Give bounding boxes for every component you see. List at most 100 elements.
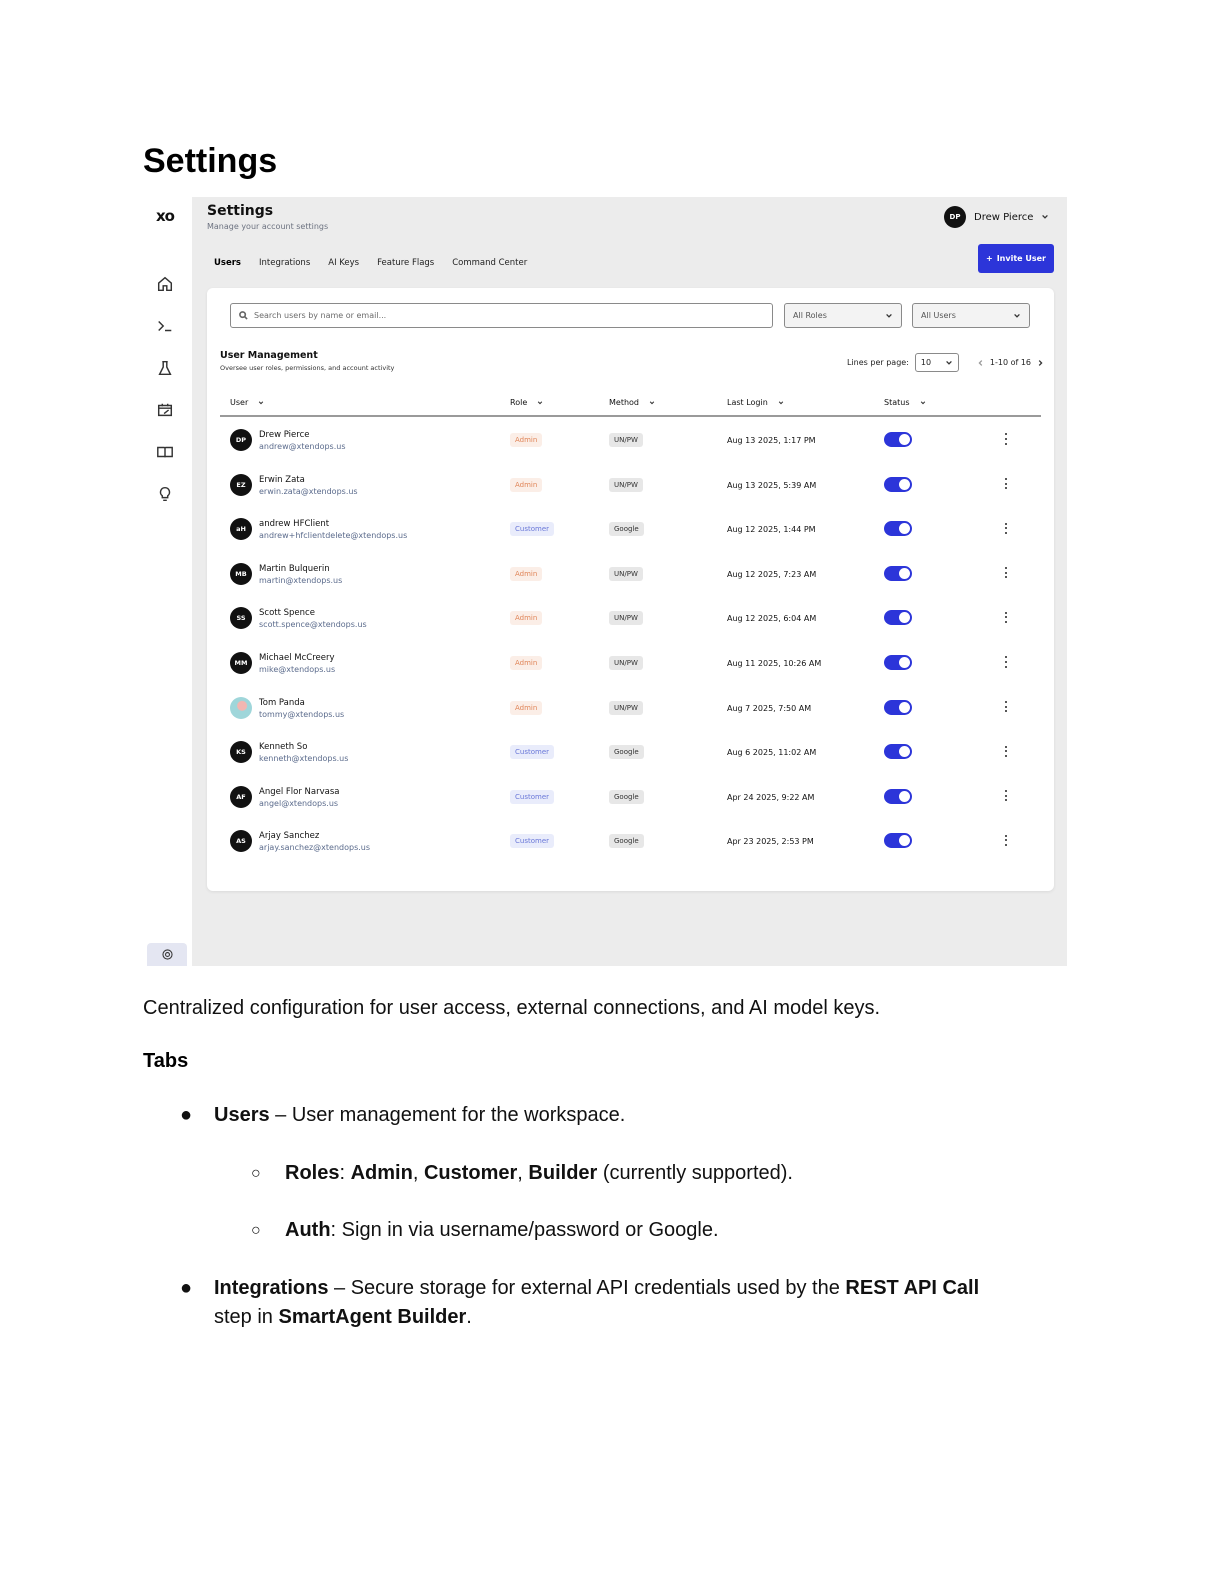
role-badge: Admin	[510, 433, 543, 447]
invite-user-button[interactable]: + Invite User	[978, 244, 1054, 273]
tabs-heading: Tabs	[143, 1050, 189, 1072]
status-toggle[interactable]	[884, 788, 912, 804]
avatar: MB	[230, 562, 252, 585]
column-header-last-login[interactable]: Last Login	[727, 398, 784, 407]
flask-icon[interactable]	[155, 358, 175, 378]
roles-filter-value: All Roles	[793, 311, 827, 320]
pagination-controls: Lines per page: 10 1-10 of 16	[847, 353, 1044, 372]
user-email: arjay.sanchez@xtendops.us	[259, 843, 371, 853]
roles-filter-select[interactable]: All Roles	[784, 303, 902, 328]
more-options-icon[interactable]	[1003, 700, 1009, 714]
tab-command-center[interactable]: Command Center	[452, 258, 527, 268]
more-options-icon[interactable]	[1003, 432, 1009, 446]
lines-per-page-select[interactable]: 10	[914, 353, 959, 372]
tab-ai-keys[interactable]: AI Keys	[328, 258, 359, 268]
lines-per-page-label: Lines per page:	[847, 358, 909, 367]
home-icon[interactable]	[155, 274, 175, 294]
status-toggle[interactable]	[884, 610, 912, 626]
tab-integrations[interactable]: Integrations	[259, 258, 310, 268]
column-header-method[interactable]: Method	[609, 398, 655, 407]
table-row: MM Michael McCreery mike@xtendops.us Admin U…	[220, 641, 1041, 685]
sub-bullet-roles: ○ Roles: Admin, Customer, Builder (curre…	[251, 1159, 793, 1188]
status-toggle[interactable]	[884, 521, 912, 537]
more-options-icon[interactable]	[1003, 744, 1009, 758]
more-options-icon[interactable]	[1003, 521, 1009, 535]
last-login: Apr 23 2025, 2:53 PM	[727, 837, 814, 847]
chevron-left-icon[interactable]	[977, 359, 985, 367]
calendar-edit-icon[interactable]	[155, 400, 175, 420]
user-email: andrew@xtendops.us	[259, 442, 346, 451]
avatar: DP	[944, 206, 966, 228]
table-row: EZ Erwin Zata erwin.zata@xtendops.us Admin U…	[220, 463, 1041, 507]
book-icon[interactable]	[155, 442, 175, 462]
avatar: SS	[230, 607, 252, 630]
column-label: User	[230, 398, 249, 407]
lines-per-page-value: 10	[920, 358, 932, 367]
page-title: Settings	[207, 203, 274, 219]
status-toggle[interactable]	[884, 655, 912, 670]
gear-icon[interactable]	[147, 943, 187, 966]
bullet-text: (currently supported).	[597, 1162, 793, 1184]
avatar: KS	[230, 741, 252, 764]
column-header-status[interactable]: Status	[884, 398, 926, 407]
bullet-term: Roles	[285, 1162, 340, 1184]
tab-feature-flags[interactable]: Feature Flags	[377, 258, 434, 268]
more-options-icon[interactable]	[1003, 610, 1009, 624]
role-admin: Admin	[350, 1162, 413, 1184]
tab-users[interactable]: Users	[214, 258, 241, 268]
app-logo[interactable]: xo	[156, 207, 175, 225]
chevron-down-icon	[886, 313, 892, 318]
bullet-term: Auth	[285, 1219, 331, 1241]
role-customer: Customer	[423, 1162, 518, 1184]
column-label: Role	[510, 398, 528, 407]
method-badge: Google	[609, 834, 644, 849]
search-input[interactable]: Search users by name or email...	[230, 303, 773, 328]
user-name: Erwin Zata	[259, 474, 305, 485]
user-management-card: Search users by name or email... All Rol…	[207, 288, 1054, 891]
last-login: Aug 13 2025, 5:39 AM	[727, 480, 817, 490]
bullet-text: step in	[214, 1306, 279, 1328]
table-row: KS Kenneth So kenneth@xtendops.us Customer G…	[220, 730, 1041, 774]
column-label: Last Login	[727, 398, 768, 407]
pagination-range: 1-10 of 16	[989, 358, 1032, 367]
more-options-icon[interactable]	[1003, 789, 1009, 803]
chevron-down-icon	[1042, 214, 1049, 219]
user-menu[interactable]: DP Drew Pierce	[944, 206, 1049, 228]
chevron-right-icon[interactable]	[1036, 359, 1044, 367]
last-login: Aug 13 2025, 1:17 PM	[727, 436, 816, 445]
status-toggle[interactable]	[884, 476, 912, 492]
user-name: Tom Panda	[259, 697, 305, 708]
user-email: martin@xtendops.us	[259, 575, 343, 585]
users-filter-select[interactable]: All Users	[912, 303, 1030, 328]
user-name: Angel Flor Narvasa	[259, 786, 340, 797]
user-name: Martin Bulquerin	[259, 563, 330, 574]
column-header-role[interactable]: Role	[510, 398, 543, 407]
role-badge: Customer	[510, 789, 555, 804]
status-toggle[interactable]	[884, 699, 912, 715]
role-badge: Customer	[510, 834, 555, 849]
bullet-text: – Secure storage for external API creden…	[328, 1277, 846, 1299]
status-toggle[interactable]	[884, 833, 912, 849]
more-options-icon[interactable]	[1003, 566, 1009, 580]
chevron-down-icon	[1014, 313, 1020, 318]
status-toggle[interactable]	[884, 744, 912, 760]
status-toggle[interactable]	[884, 565, 912, 581]
status-toggle[interactable]	[884, 432, 912, 447]
more-options-icon[interactable]	[1003, 477, 1009, 491]
lightbulb-icon[interactable]	[155, 484, 175, 504]
column-header-user[interactable]: User	[230, 398, 264, 407]
user-name: Drew Pierce	[259, 430, 310, 440]
table-row: Tom Panda tommy@xtendops.us Admin UN/PW Aug …	[220, 686, 1041, 730]
settings-tabs: Users Integrations AI Keys Feature Flags…	[214, 258, 527, 268]
more-options-icon[interactable]	[1003, 655, 1009, 669]
chevron-down-icon	[946, 360, 952, 365]
search-icon	[239, 311, 248, 320]
bullet-circle: ○	[251, 1165, 261, 1182]
user-name: Scott Spence	[259, 608, 315, 619]
terminal-icon[interactable]	[155, 316, 175, 336]
method-badge: UN/PW	[609, 477, 643, 492]
table-row: DP Drew Pierce andrew@xtendops.us Admin UN/P…	[220, 418, 1041, 462]
method-badge: UN/PW	[609, 611, 643, 626]
search-placeholder: Search users by name or email...	[254, 311, 387, 320]
more-options-icon[interactable]	[1003, 833, 1009, 847]
